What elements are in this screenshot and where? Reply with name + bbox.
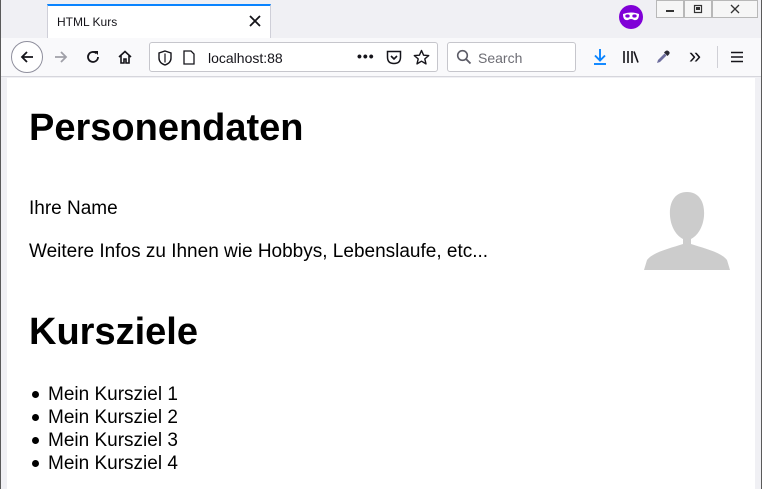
- name-text: Ihre Name: [29, 198, 118, 219]
- library-button[interactable]: [615, 41, 647, 73]
- bullet-icon: [32, 414, 39, 421]
- bullet-icon: [32, 437, 39, 444]
- search-placeholder: Search: [478, 50, 523, 66]
- page-icon: [183, 50, 195, 65]
- bullet-icon: [32, 460, 39, 467]
- nav-bar: localhost:88 ••• Search »: [1, 38, 761, 77]
- forward-icon: [55, 51, 68, 63]
- page-title-personal: Personendaten: [29, 107, 304, 149]
- minimize-button[interactable]: [656, 0, 684, 18]
- tab-title: HTML Kurs: [57, 15, 118, 29]
- download-icon: [594, 49, 606, 65]
- close-icon: [730, 4, 740, 14]
- url-text[interactable]: localhost:88: [208, 50, 283, 66]
- list-item-label: Mein Kursziel 2: [48, 407, 178, 428]
- list-item: Mein Kursziel 1: [29, 383, 178, 406]
- tab-close-button[interactable]: [244, 10, 266, 32]
- bookmark-star-icon[interactable]: [413, 49, 430, 66]
- eyedropper-button[interactable]: [647, 41, 679, 73]
- home-icon: [118, 50, 132, 64]
- close-icon: [249, 15, 261, 27]
- browser-window: HTML Kurs localhost:88 ••• Search » Pers…: [0, 0, 762, 489]
- list-item: Mein Kursziel 3: [29, 429, 178, 452]
- bullet-icon: [32, 391, 39, 398]
- list-item-label: Mein Kursziel 4: [48, 453, 178, 474]
- url-bar[interactable]: localhost:88 •••: [149, 42, 438, 72]
- goals-list: Mein Kursziel 1 Mein Kursziel 2 Mein Kur…: [29, 383, 178, 475]
- private-mask-icon: [619, 5, 643, 29]
- close-window-button[interactable]: [712, 0, 758, 18]
- home-button[interactable]: [109, 41, 141, 73]
- tab-strip: HTML Kurs: [1, 0, 761, 38]
- chevron-double-right-icon: »: [688, 42, 702, 68]
- list-item: Mein Kursziel 4: [29, 452, 178, 475]
- restore-icon: [693, 4, 703, 14]
- page-title-goals: Kursziele: [29, 311, 198, 353]
- overflow-menu-button[interactable]: »: [679, 41, 711, 73]
- toolbar-separator: [717, 46, 718, 68]
- downloads-button[interactable]: [584, 41, 616, 73]
- avatar: [644, 192, 730, 270]
- minimize-icon: [666, 10, 674, 12]
- shield-icon[interactable]: [158, 50, 172, 66]
- pocket-icon[interactable]: [386, 50, 402, 65]
- list-item-label: Mein Kursziel 3: [48, 430, 178, 451]
- list-item: Mein Kursziel 2: [29, 406, 178, 429]
- back-button[interactable]: [11, 41, 43, 73]
- page-actions-button[interactable]: •••: [357, 48, 375, 64]
- tab-html-kurs[interactable]: HTML Kurs: [47, 4, 271, 38]
- back-icon: [20, 51, 33, 63]
- list-item-label: Mein Kursziel 1: [48, 384, 178, 405]
- restore-button[interactable]: [684, 0, 712, 18]
- page-content: Personendaten Ihre Name Weitere Infos zu…: [7, 78, 755, 489]
- reload-icon: [87, 51, 99, 63]
- library-icon: [623, 51, 639, 63]
- menu-icon: [731, 51, 743, 63]
- search-bar[interactable]: Search: [447, 42, 576, 72]
- reload-button[interactable]: [77, 41, 109, 73]
- eyedropper-icon: [657, 50, 670, 63]
- forward-button[interactable]: [45, 41, 77, 73]
- main-menu-button[interactable]: [721, 41, 753, 73]
- search-icon: [456, 49, 472, 65]
- info-text: Weitere Infos zu Ihnen wie Hobbys, Leben…: [29, 241, 489, 262]
